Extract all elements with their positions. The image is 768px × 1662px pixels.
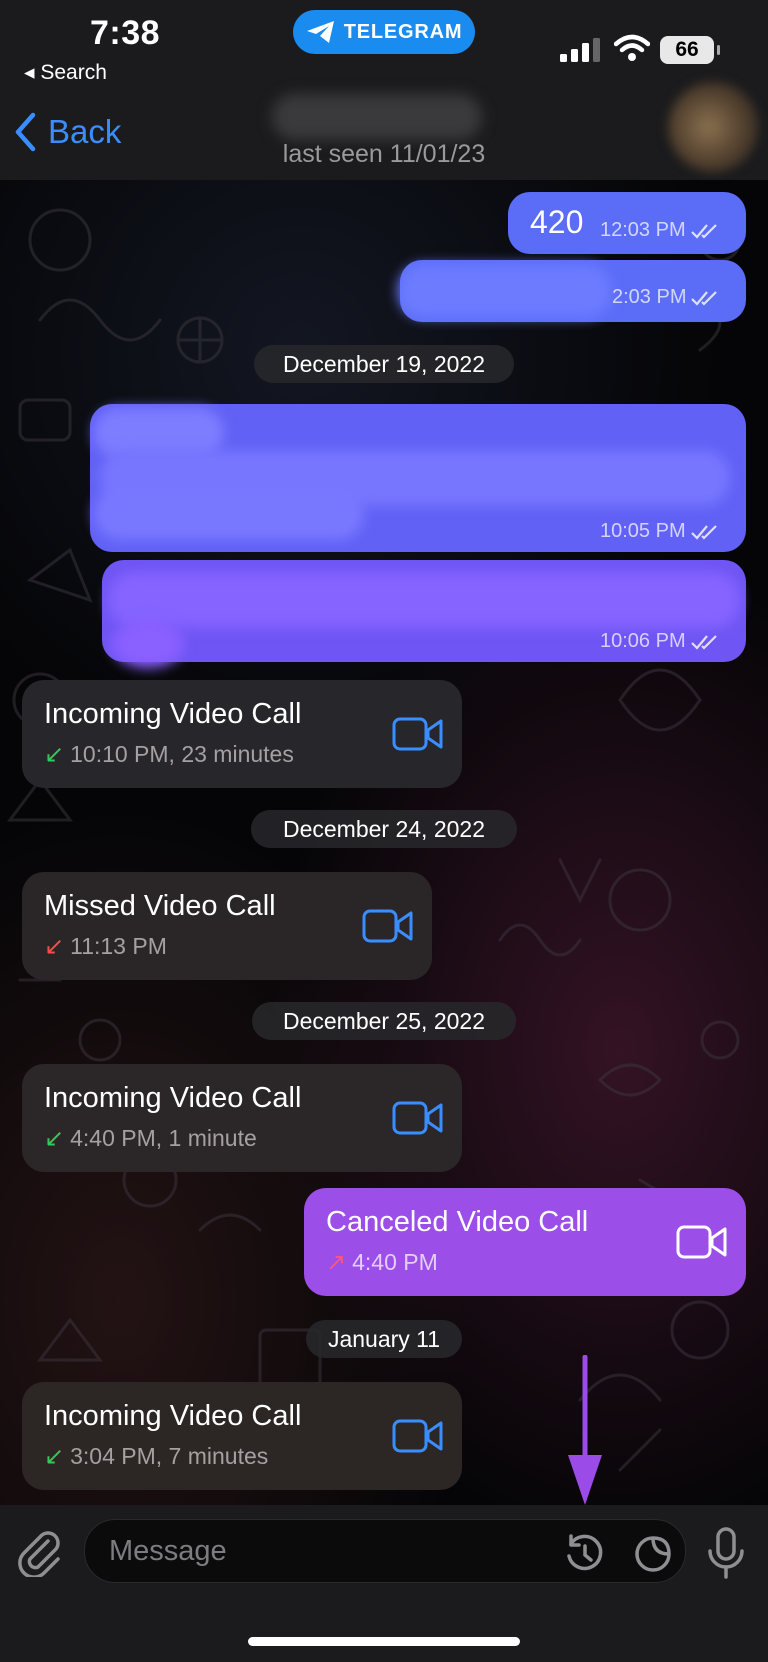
- battery-tip: [717, 45, 720, 55]
- battery-indicator: 66: [660, 36, 714, 64]
- date-separator: December 25, 2022: [252, 1002, 516, 1040]
- call-time: 3:04 PM, 7 minutes: [70, 1443, 269, 1469]
- incoming-arrow-icon: ↙: [44, 741, 65, 768]
- call-title: Canceled Video Call: [326, 1206, 589, 1238]
- redacted-text: [94, 488, 364, 540]
- call-message[interactable]: Incoming Video Call ↙ 10:10 PM, 23 minut…: [22, 680, 462, 788]
- microphone-icon[interactable]: [706, 1527, 746, 1579]
- outgoing-message[interactable]: 420 12:03 PM: [508, 192, 746, 254]
- outgoing-message[interactable]: 10:05 PM: [90, 404, 746, 552]
- date-separator: January 11: [306, 1320, 462, 1358]
- outgoing-message[interactable]: 2:03 PM: [398, 260, 746, 322]
- video-camera-icon[interactable]: [676, 1224, 728, 1260]
- message-meta: 2:03 PM: [612, 286, 718, 309]
- call-title: Incoming Video Call: [44, 1082, 302, 1114]
- annotation-arrow: [568, 1355, 602, 1505]
- message-meta: 10:05 PM: [600, 520, 718, 543]
- video-camera-icon[interactable]: [392, 1100, 444, 1136]
- double-check-icon: [690, 524, 717, 540]
- redacted-text: [398, 264, 612, 318]
- double-check-icon: [690, 634, 717, 650]
- call-time: 11:13 PM: [70, 933, 167, 959]
- call-detail: ↗ 4:40 PM: [326, 1248, 438, 1277]
- last-seen-status: last seen 11/01/23: [282, 140, 486, 168]
- call-message[interactable]: Missed Video Call ↙ 11:13 PM: [22, 872, 432, 980]
- date-separator: December 24, 2022: [251, 810, 517, 848]
- message-time: 10:06 PM: [600, 630, 686, 652]
- call-title: Missed Video Call: [44, 890, 276, 922]
- call-time: 10:10 PM, 23 minutes: [70, 741, 294, 767]
- call-detail: ↙ 10:10 PM, 23 minutes: [44, 740, 294, 769]
- missed-arrow-icon: ↙: [44, 933, 65, 960]
- incoming-arrow-icon: ↙: [44, 1125, 65, 1152]
- timer-icon[interactable]: [563, 1532, 607, 1576]
- message-meta: 12:03 PM: [600, 219, 718, 242]
- message-placeholder: Message: [109, 1535, 227, 1567]
- call-time: 4:40 PM: [352, 1249, 438, 1275]
- message-input[interactable]: Message: [84, 1519, 686, 1583]
- contact-name-redacted[interactable]: [272, 94, 482, 140]
- attach-paperclip-icon[interactable]: [18, 1527, 62, 1577]
- call-message[interactable]: Incoming Video Call ↙ 4:40 PM, 1 minute: [22, 1064, 462, 1172]
- video-camera-icon[interactable]: [392, 716, 444, 752]
- telegram-app-pill[interactable]: TELEGRAM: [293, 10, 475, 54]
- redacted-text: [108, 572, 740, 628]
- app-pill-label: TELEGRAM: [343, 20, 463, 43]
- wifi-icon: [614, 34, 650, 61]
- telegram-plane-icon: [306, 21, 334, 43]
- chat-header: Back last seen 11/01/23: [0, 82, 768, 180]
- back-to-app-link[interactable]: ◂ Search: [24, 60, 107, 85]
- message-meta: 10:06 PM: [600, 630, 718, 653]
- outgoing-message[interactable]: 10:06 PM: [102, 560, 746, 668]
- contact-avatar[interactable]: [668, 82, 758, 172]
- message-time: 12:03 PM: [600, 219, 686, 241]
- home-indicator[interactable]: [248, 1637, 520, 1646]
- call-time: 4:40 PM, 1 minute: [70, 1125, 257, 1151]
- call-detail: ↙ 3:04 PM, 7 minutes: [44, 1442, 268, 1471]
- message-composer: Message: [0, 1505, 768, 1662]
- call-message[interactable]: Canceled Video Call ↗ 4:40 PM: [304, 1188, 746, 1296]
- video-camera-icon[interactable]: [362, 908, 414, 944]
- call-detail: ↙ 4:40 PM, 1 minute: [44, 1124, 257, 1153]
- message-time: 10:05 PM: [600, 520, 686, 542]
- double-check-icon: [690, 223, 717, 239]
- video-camera-icon[interactable]: [392, 1418, 444, 1454]
- canceled-arrow-icon: ↗: [326, 1249, 347, 1276]
- call-title: Incoming Video Call: [44, 698, 302, 730]
- status-bar: 7:38 ◂ Search TELEGRAM 66: [0, 0, 768, 90]
- double-check-icon: [691, 290, 718, 306]
- sticker-icon[interactable]: [631, 1532, 675, 1576]
- redacted-text: [112, 620, 184, 668]
- incoming-arrow-icon: ↙: [44, 1443, 65, 1470]
- message-time: 2:03 PM: [612, 286, 687, 308]
- call-detail: ↙ 11:13 PM: [44, 932, 167, 961]
- message-text: 420: [530, 204, 584, 240]
- date-separator: December 19, 2022: [254, 345, 514, 383]
- cellular-signal-icon: [560, 38, 600, 62]
- status-time: 7:38: [90, 14, 161, 52]
- call-message[interactable]: Incoming Video Call ↙ 3:04 PM, 7 minutes: [22, 1382, 462, 1490]
- call-title: Incoming Video Call: [44, 1400, 302, 1432]
